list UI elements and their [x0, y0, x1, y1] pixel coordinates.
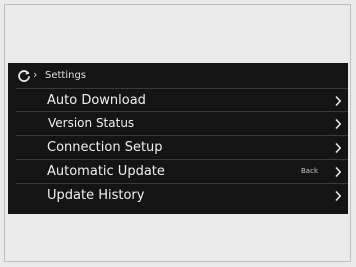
menu-item-label: Update History	[47, 188, 145, 203]
menu-item-label: Version Status	[48, 116, 135, 130]
menu-item-update-history[interactable]: Update History	[16, 184, 348, 208]
menu-item-automatic-update[interactable]: Automatic Update Back	[16, 160, 348, 184]
breadcrumb-chevron-icon: ›	[33, 68, 38, 81]
chevron-right-icon	[335, 95, 342, 107]
menu-item-value: Back	[301, 167, 318, 175]
menu-item-connection-setup[interactable]: Connection Setup	[16, 136, 348, 160]
menu-item-label: Connection Setup	[47, 140, 163, 155]
menu-item-version-status[interactable]: Version Status	[16, 112, 348, 136]
chevron-right-icon	[335, 190, 342, 202]
chevron-right-icon	[335, 118, 342, 130]
menu-item-auto-download[interactable]: Auto Download	[16, 88, 348, 112]
refresh-back-icon[interactable]	[17, 69, 31, 83]
menu-item-label: Automatic Update	[47, 164, 165, 179]
chevron-right-icon	[335, 142, 342, 154]
chevron-right-icon	[335, 166, 342, 178]
page-title: Settings	[45, 70, 87, 81]
menu-item-label: Auto Download	[47, 93, 146, 108]
breadcrumb: › Settings	[8, 63, 348, 88]
settings-screen: › Settings Auto Download Version Status …	[8, 63, 348, 214]
